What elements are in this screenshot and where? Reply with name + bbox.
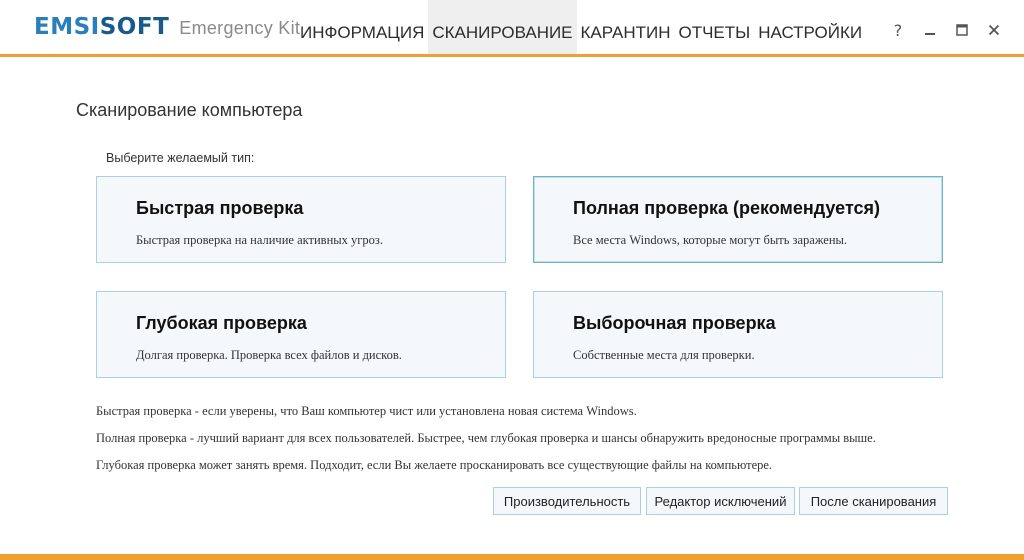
full-scan-card[interactable]: Полная проверка (рекомендуется) Все мест… bbox=[533, 176, 943, 263]
custom-scan-card[interactable]: Выборочная проверка Собственные места дл… bbox=[533, 291, 943, 378]
card-description: Собственные места для проверки. bbox=[573, 348, 755, 362]
deep-scan-card[interactable]: Глубокая проверка Долгая проверка. Прове… bbox=[96, 291, 506, 378]
logo-product-name: Emergency Kit bbox=[179, 18, 301, 38]
logo-brand-right: SOFT bbox=[99, 14, 170, 40]
nav-item-scan[interactable]: СКАНИРОВАНИЕ bbox=[428, 0, 577, 54]
nav-item-reports[interactable]: ОТЧЕТЫ bbox=[674, 0, 754, 54]
card-description: Долгая проверка. Проверка всех файлов и … bbox=[136, 348, 402, 362]
page-title: Сканирование компьютера bbox=[76, 100, 303, 120]
nav-item-info[interactable]: ИНФОРМАЦИЯ bbox=[296, 0, 428, 54]
main-nav: ИНФОРМАЦИЯ СКАНИРОВАНИЕ КАРАНТИН ОТЧЕТЫ … bbox=[296, 0, 866, 54]
logo-brand-left: EMSI bbox=[34, 14, 100, 40]
close-icon[interactable] bbox=[978, 14, 1010, 46]
minimize-icon[interactable] bbox=[914, 14, 946, 46]
card-title: Полная проверка (рекомендуется) bbox=[573, 198, 881, 218]
nav-item-quarantine[interactable]: КАРАНТИН bbox=[577, 0, 675, 54]
quick-scan-card[interactable]: Быстрая проверка Быстрая проверка на нал… bbox=[96, 176, 506, 263]
help-icon[interactable]: ? bbox=[882, 14, 914, 46]
maximize-icon[interactable] bbox=[946, 14, 978, 46]
scan-type-prompt: Выберите желаемый тип: bbox=[106, 151, 255, 165]
card-description: Быстрая проверка на наличие активных угр… bbox=[136, 233, 383, 247]
exclusions-editor-button[interactable]: Редактор исключений bbox=[646, 487, 795, 515]
scan-notes: Быстрая проверка - если уверены, что Ваш… bbox=[96, 404, 976, 485]
bottom-accent-bar bbox=[0, 554, 1024, 560]
note-full-scan: Полная проверка - лучший вариант для все… bbox=[96, 431, 876, 445]
performance-button[interactable]: Производительность bbox=[493, 487, 641, 515]
logo-brand: EMSISOFT bbox=[34, 14, 169, 40]
card-description: Все места Windows, которые могут быть за… bbox=[573, 233, 848, 247]
note-deep-scan: Глубокая проверка может занять время. По… bbox=[96, 458, 773, 472]
note-quick-scan: Быстрая проверка - если уверены, что Ваш… bbox=[96, 404, 637, 418]
emsisoft-logo: EMSISOFT Emergency Kit bbox=[34, 14, 300, 44]
card-title: Быстрая проверка bbox=[136, 198, 304, 218]
after-scan-button[interactable]: После сканирования bbox=[799, 487, 948, 515]
nav-item-settings[interactable]: НАСТРОЙКИ bbox=[754, 0, 866, 54]
app-header: EMSISOFT Emergency Kit ИНФОРМАЦИЯ СКАНИР… bbox=[0, 0, 1024, 57]
card-title: Глубокая проверка bbox=[136, 313, 307, 333]
window-controls: ? bbox=[882, 14, 1010, 46]
card-title: Выборочная проверка bbox=[573, 313, 776, 333]
